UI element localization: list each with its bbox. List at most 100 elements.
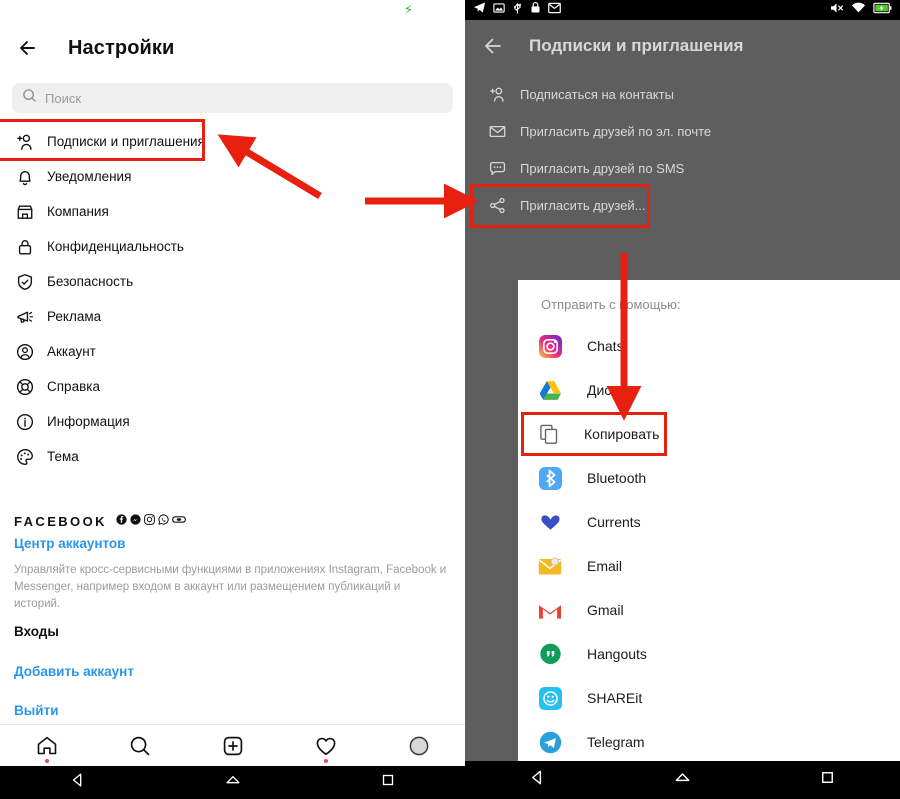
- bell-icon: [14, 166, 36, 188]
- sidebar-item-label: Безопасность: [47, 274, 134, 289]
- menu-item-invite-email[interactable]: Пригласить друзей по эл. почте: [465, 113, 900, 150]
- share-sheet-dialog: Отправить с помощью: Chats Диск Копирова…: [518, 280, 900, 761]
- share-target-gmail[interactable]: Gmail: [518, 588, 900, 632]
- lock-icon: [530, 1, 541, 19]
- android-home-icon[interactable]: [224, 771, 242, 794]
- share-icon: [486, 195, 508, 217]
- share-target-copy[interactable]: Копировать: [518, 412, 900, 456]
- sidebar-item-business[interactable]: Компания: [0, 194, 465, 229]
- person-add-icon: [14, 131, 36, 153]
- share-target-shareit[interactable]: SHAREit: [518, 676, 900, 720]
- menu-item-label: Пригласить друзей по эл. почте: [520, 124, 712, 139]
- sidebar-item-security[interactable]: Безопасность: [0, 264, 465, 299]
- android-back-icon[interactable]: [528, 768, 547, 792]
- avatar[interactable]: [402, 730, 436, 762]
- invite-menu-list: Подписаться на контакты Пригласить друзе…: [465, 76, 900, 224]
- share-target-hangouts[interactable]: Hangouts: [518, 632, 900, 676]
- menu-item-invite-friends[interactable]: Пригласить друзей...: [465, 187, 900, 224]
- android-recents-icon[interactable]: [818, 768, 837, 792]
- sidebar-item-privacy[interactable]: Конфиденциальность: [0, 229, 465, 264]
- share-target-chats[interactable]: Chats: [518, 324, 900, 368]
- shareit-icon: [537, 685, 563, 711]
- settings-app-bar: Настройки: [0, 22, 465, 74]
- lock-icon: [14, 236, 36, 258]
- search-input[interactable]: Поиск: [12, 83, 453, 113]
- home-icon[interactable]: [30, 730, 64, 763]
- right-status-bar: [465, 0, 900, 20]
- home-badge: [44, 758, 49, 763]
- android-home-icon[interactable]: [673, 768, 692, 792]
- share-target-label: Email: [587, 558, 623, 574]
- share-target-email[interactable]: Email: [518, 544, 900, 588]
- facebook-heading: FACEBOOK: [14, 513, 107, 529]
- search-icon[interactable]: [123, 730, 157, 762]
- sms-bubble-icon: [486, 158, 508, 180]
- palette-icon: [14, 446, 36, 468]
- portal-icon: [171, 512, 186, 530]
- facebook-icon: [116, 512, 127, 530]
- sidebar-item-theme[interactable]: Тема: [0, 439, 465, 474]
- sidebar-item-about[interactable]: Информация: [0, 404, 465, 439]
- mail-icon: [548, 1, 561, 19]
- android-navigation-bar: [0, 766, 465, 799]
- logout-link[interactable]: Выйти: [14, 703, 59, 718]
- menu-item-follow-contacts[interactable]: Подписаться на контакты: [465, 76, 900, 113]
- share-sheet-title: Отправить с помощью:: [541, 297, 681, 312]
- sidebar-item-label: Уведомления: [47, 169, 132, 184]
- sidebar-item-label: Информация: [47, 414, 130, 429]
- battery-charging-icon: [873, 1, 892, 19]
- invite-app-bar: Подписки и приглашения: [465, 20, 900, 72]
- info-icon: [14, 411, 36, 433]
- account-circle-icon: [14, 341, 36, 363]
- back-arrow-icon[interactable]: [477, 29, 511, 63]
- right-phone-screenshot: Подписки и приглашения Подписаться на ко…: [465, 0, 900, 799]
- accounts-center-link[interactable]: Центр аккаунтов: [14, 536, 125, 551]
- share-target-bluetooth[interactable]: Bluetooth: [518, 456, 900, 500]
- share-target-label: Копировать: [587, 426, 663, 442]
- add-account-link[interactable]: Добавить аккаунт: [14, 664, 134, 679]
- heart-icon[interactable]: [309, 730, 343, 763]
- sidebar-item-notifications[interactable]: Уведомления: [0, 159, 465, 194]
- hangouts-icon: [537, 641, 563, 667]
- sidebar-item-label: Справка: [47, 379, 100, 394]
- email-icon: [537, 553, 563, 579]
- screenshot-icon: [493, 1, 505, 19]
- android-back-icon[interactable]: [69, 771, 87, 794]
- share-target-label: Telegram: [587, 734, 645, 750]
- share-target-telegram[interactable]: Telegram: [518, 720, 900, 764]
- sidebar-item-subscriptions[interactable]: Подписки и приглашения: [0, 124, 465, 159]
- envelope-icon: [486, 121, 508, 143]
- megaphone-icon: [14, 306, 36, 328]
- messenger-icon: [130, 512, 141, 530]
- menu-item-label: Пригласить друзей по SMS: [520, 161, 685, 176]
- instagram-icon: [144, 512, 155, 530]
- mute-icon: [830, 1, 844, 19]
- share-target-label: Currents: [587, 514, 641, 530]
- add-box-icon[interactable]: [216, 730, 250, 762]
- share-target-label: Chats: [587, 338, 624, 354]
- sidebar-item-ads[interactable]: Реклама: [0, 299, 465, 334]
- android-recents-icon[interactable]: [379, 771, 397, 794]
- cross-service-description: Управляйте кросс-сервисными функциями в …: [14, 564, 447, 610]
- currents-icon: [537, 509, 563, 535]
- telegram-icon: [473, 1, 486, 19]
- back-arrow-icon[interactable]: [12, 31, 46, 65]
- share-target-label: Bluetooth: [587, 470, 647, 486]
- menu-item-invite-sms[interactable]: Пригласить друзей по SMS: [465, 150, 900, 187]
- share-target-drive[interactable]: Диск: [518, 368, 900, 412]
- share-target-currents[interactable]: Currents: [518, 500, 900, 544]
- sidebar-item-label: Компания: [47, 204, 109, 219]
- sidebar-item-help[interactable]: Справка: [0, 369, 465, 404]
- bottom-tab-bar: [0, 724, 465, 766]
- person-add-icon: [486, 84, 508, 106]
- search-icon: [22, 88, 37, 108]
- sidebar-item-label: Аккаунт: [47, 344, 96, 359]
- share-target-label: Диск: [587, 382, 618, 398]
- page-title: Подписки и приглашения: [529, 36, 744, 55]
- sidebar-item-label: Тема: [47, 449, 79, 464]
- share-target-label: SHAREit: [587, 690, 643, 706]
- shield-check-icon: [14, 271, 36, 293]
- sidebar-item-label: Реклама: [47, 309, 102, 324]
- sidebar-item-account[interactable]: Аккаунт: [0, 334, 465, 369]
- sidebar-item-label: Подписки и приглашения: [47, 134, 205, 149]
